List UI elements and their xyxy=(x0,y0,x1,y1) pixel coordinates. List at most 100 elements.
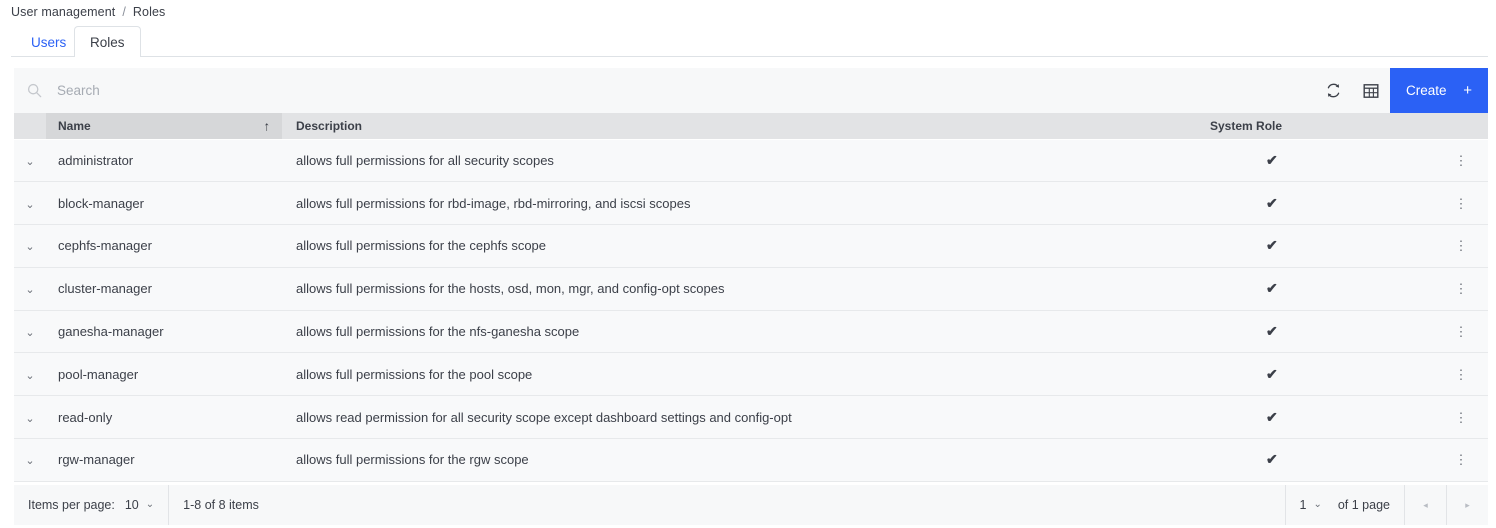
column-header-name[interactable]: Name ↑ xyxy=(46,113,282,139)
breadcrumb-item-user-management[interactable]: User management xyxy=(11,5,115,19)
check-icon: ✔ xyxy=(1266,194,1278,211)
check-icon: ✔ xyxy=(1266,408,1278,425)
table-row[interactable]: ⌄ rgw-manager allows full permissions for … xyxy=(14,438,1488,482)
search-container xyxy=(14,68,1314,113)
row-expand-toggle[interactable]: ⌄ xyxy=(14,438,46,482)
chevron-down-icon: ⌄ xyxy=(25,241,35,254)
kebab-menu-icon: ⋮ xyxy=(1454,324,1468,340)
check-icon: ✔ xyxy=(1266,365,1278,382)
refresh-button[interactable] xyxy=(1314,68,1352,113)
kebab-menu-icon: ⋮ xyxy=(1454,152,1468,168)
table-row[interactable]: ⌄ ganesha-manager allows full permissions … xyxy=(14,310,1488,354)
tab-users[interactable]: Users xyxy=(15,26,82,57)
cell-description: allows full permissions for the pool sco… xyxy=(282,352,1188,397)
row-expand-toggle[interactable]: ⌄ xyxy=(14,395,46,440)
row-expand-toggle[interactable]: ⌄ xyxy=(14,224,46,268)
row-actions-button[interactable]: ⋮ xyxy=(1434,138,1488,183)
cell-name: block-manager xyxy=(46,181,282,226)
search-input[interactable] xyxy=(57,79,1314,102)
roles-table: Name ↑ Description System Role ⌄ administ… xyxy=(14,113,1488,482)
tab-underline xyxy=(11,56,1488,57)
table-header: Name ↑ Description System Role xyxy=(14,113,1488,139)
row-actions-button[interactable]: ⋮ xyxy=(1434,395,1488,440)
table-row[interactable]: ⌄ pool-manager allows full permissions for… xyxy=(14,352,1488,397)
cell-name: read-only xyxy=(46,395,282,440)
row-actions-button[interactable]: ⋮ xyxy=(1434,267,1488,311)
breadcrumb-separator: / xyxy=(122,5,126,19)
chevron-left-icon: ◂ xyxy=(1423,499,1428,510)
cell-name: cluster-manager xyxy=(46,267,282,311)
chevron-down-icon-page: ⌄ xyxy=(1313,499,1322,510)
table-row[interactable]: ⌄ read-only allows read permission for all… xyxy=(14,395,1488,440)
page-number-select[interactable]: 1 ⌄ xyxy=(1300,498,1322,512)
chevron-right-icon: ▸ xyxy=(1465,499,1470,510)
check-icon: ✔ xyxy=(1266,323,1278,340)
check-icon: ✔ xyxy=(1266,237,1278,254)
table-header-row: Name ↑ Description System Role xyxy=(14,113,1488,139)
cell-system-role: ✔ xyxy=(1188,395,1434,440)
cell-system-role: ✔ xyxy=(1188,310,1434,354)
refresh-icon xyxy=(1327,83,1339,98)
cell-system-role: ✔ xyxy=(1188,438,1434,482)
check-icon: ✔ xyxy=(1266,151,1278,168)
cell-description: allows full permissions for the hosts, o… xyxy=(282,267,1188,311)
row-actions-button[interactable]: ⋮ xyxy=(1434,224,1488,268)
chevron-down-icon: ⌄ xyxy=(25,198,35,211)
cell-system-role: ✔ xyxy=(1188,138,1434,183)
items-per-page-select[interactable]: 10 ⌄ xyxy=(125,498,154,512)
check-icon: ✔ xyxy=(1266,451,1278,468)
table-row[interactable]: ⌄ administrator allows full permissions fo… xyxy=(14,138,1488,183)
chevron-down-icon: ⌄ xyxy=(25,412,35,425)
kebab-menu-icon: ⋮ xyxy=(1454,238,1468,254)
create-button[interactable]: Create + xyxy=(1390,68,1488,113)
items-per-page-label: Items per page: xyxy=(28,498,115,512)
chevron-down-icon: ⌄ xyxy=(25,327,35,340)
kebab-menu-icon: ⋮ xyxy=(1454,409,1468,425)
table-row[interactable]: ⌄ cephfs-manager allows full permissions f… xyxy=(14,224,1488,268)
items-per-page-group: Items per page: 10 ⌄ xyxy=(14,485,170,525)
table-toolbar: Create + xyxy=(14,68,1488,113)
row-actions-button[interactable]: ⋮ xyxy=(1434,181,1488,226)
chevron-down-icon: ⌄ xyxy=(25,155,35,168)
row-expand-toggle[interactable]: ⌄ xyxy=(14,352,46,397)
breadcrumb-item-roles[interactable]: Roles xyxy=(133,5,165,19)
kebab-menu-icon: ⋮ xyxy=(1454,281,1468,297)
chevron-down-icon: ⌄ xyxy=(145,499,155,510)
column-header-system-role[interactable]: System Role xyxy=(1188,113,1434,139)
table-row[interactable]: ⌄ cluster-manager allows full permissions … xyxy=(14,267,1488,311)
row-actions-button[interactable]: ⋮ xyxy=(1434,352,1488,397)
create-button-label: Create xyxy=(1406,83,1447,98)
plus-icon: + xyxy=(1463,82,1472,99)
cell-system-role: ✔ xyxy=(1188,267,1434,311)
cell-description: allows full permissions for the nfs-gane… xyxy=(282,310,1188,354)
row-expand-toggle[interactable]: ⌄ xyxy=(14,267,46,311)
kebab-menu-icon: ⋮ xyxy=(1454,366,1468,382)
cell-system-role: ✔ xyxy=(1188,224,1434,268)
chevron-down-icon: ⌄ xyxy=(25,455,35,468)
cell-name: pool-manager xyxy=(46,352,282,397)
row-actions-button[interactable]: ⋮ xyxy=(1434,310,1488,354)
next-page-button[interactable]: ▸ xyxy=(1446,485,1488,525)
column-header-description[interactable]: Description xyxy=(282,113,1188,139)
cell-description: allows full permissions for the cephfs s… xyxy=(282,224,1188,268)
column-header-expand xyxy=(14,113,46,139)
table-columns-icon xyxy=(1363,83,1379,98)
row-expand-toggle[interactable]: ⌄ xyxy=(14,138,46,183)
cell-name: cephfs-manager xyxy=(46,224,282,268)
tab-bar: Users Roles xyxy=(0,26,1496,57)
page-select-group: 1 ⌄ of 1 page xyxy=(1284,485,1404,525)
tab-roles[interactable]: Roles xyxy=(74,26,141,57)
previous-page-button[interactable]: ◂ xyxy=(1404,485,1446,525)
table-settings-button[interactable] xyxy=(1352,68,1390,113)
kebab-menu-icon: ⋮ xyxy=(1454,452,1468,468)
table-row[interactable]: ⌄ block-manager allows full permissions fo… xyxy=(14,181,1488,226)
row-expand-toggle[interactable]: ⌄ xyxy=(14,310,46,354)
table-footer: Items per page: 10 ⌄ 1-8 of 8 items 1 ⌄ … xyxy=(14,485,1488,525)
items-range-text: 1-8 of 8 items xyxy=(183,498,259,512)
row-expand-toggle[interactable]: ⌄ xyxy=(14,181,46,226)
row-actions-button[interactable]: ⋮ xyxy=(1434,438,1488,482)
cell-description: allows full permissions for rbd-image, r… xyxy=(282,181,1188,226)
cell-name: ganesha-manager xyxy=(46,310,282,354)
page-number-value: 1 xyxy=(1299,498,1307,512)
cell-description: allows full permissions for all security… xyxy=(282,138,1188,183)
